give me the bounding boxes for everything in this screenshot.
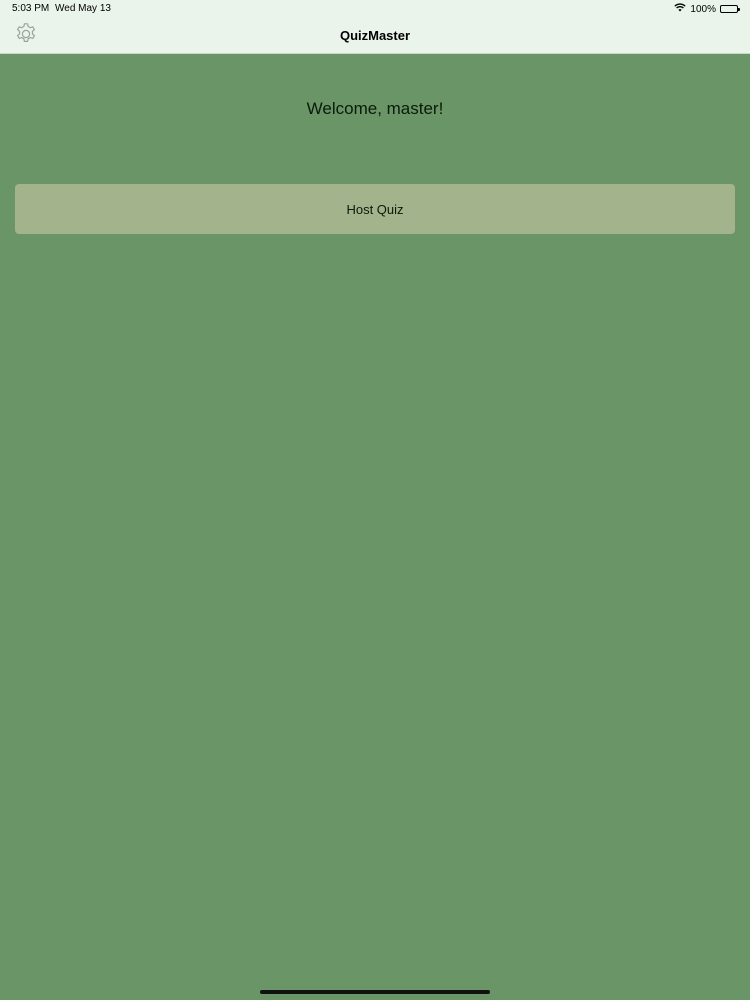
welcome-message: Welcome, master!	[306, 99, 444, 118]
page-title: QuizMaster	[339, 28, 411, 43]
status-right: 100%	[674, 3, 740, 15]
battery-icon	[720, 5, 740, 13]
battery-percent: 100%	[690, 3, 716, 15]
main-content: Welcome, master! Host Quiz	[0, 55, 750, 1000]
wifi-icon	[674, 3, 687, 15]
nav-bar: QuizMaster	[0, 18, 750, 54]
status-date: Wed May 13	[55, 3, 111, 14]
status-time: 5:03 PM	[12, 3, 50, 14]
status-bar: 5:03 PM Wed May 13 100%	[0, 0, 750, 18]
host-quiz-button[interactable]: Host Quiz	[15, 184, 735, 234]
home-indicator[interactable]	[260, 990, 490, 994]
